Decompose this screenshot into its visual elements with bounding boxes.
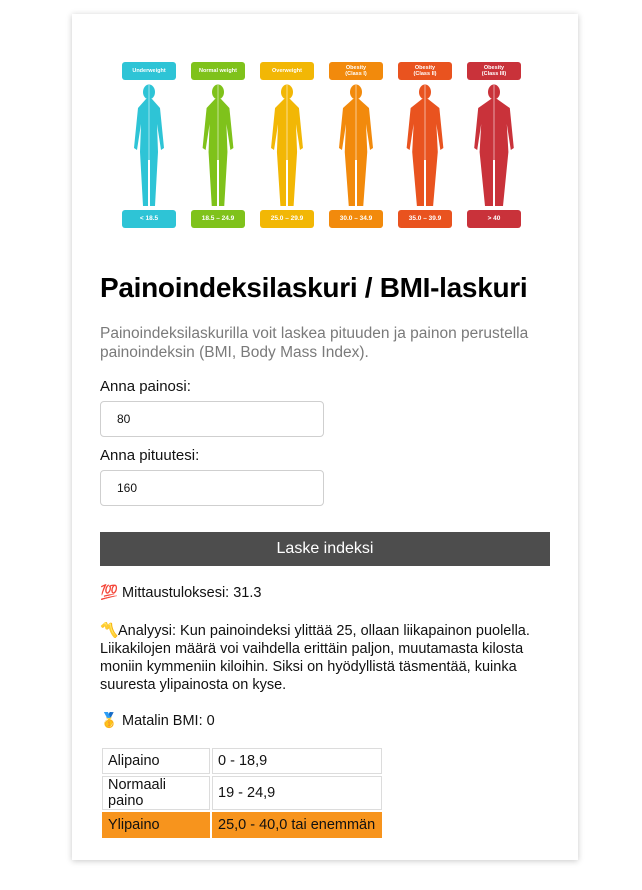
- height-label: Anna pituutesi:: [100, 447, 200, 464]
- bmi-range-label: 25.0 – 29.9: [260, 210, 314, 228]
- table-cell-range: 0 - 18,9: [212, 748, 382, 774]
- bmi-range-label: 30.0 – 34.9: [329, 210, 383, 228]
- body-silhouette-icon: [202, 84, 234, 206]
- bmi-range-label: 18.5 – 24.9: [191, 210, 245, 228]
- bmi-range-label: < 18.5: [122, 210, 176, 228]
- body-silhouette-icon: [271, 84, 303, 206]
- body-silhouette-icon: [474, 84, 514, 206]
- body-silhouette-icon: [339, 84, 373, 206]
- medal-icon: 🥇: [100, 713, 119, 729]
- result-analysis-text: Analyysi: Kun painoindeksi ylittää 25, o…: [100, 623, 530, 693]
- height-input[interactable]: [100, 470, 324, 506]
- table-cell-label: Normaali paino: [102, 776, 210, 810]
- body-silhouette-icon: [406, 84, 444, 206]
- result-min: 🥇 Matalin BMI: 0: [100, 712, 215, 730]
- table-cell-label: Alipaino: [102, 748, 210, 774]
- bmi-figure: Obesity (Class III) > 40: [467, 54, 521, 244]
- body-silhouette-icon: [134, 84, 164, 206]
- bmi-category-label: Obesity (Class II): [398, 62, 452, 80]
- table-row: Alipaino 0 - 18,9: [102, 748, 382, 774]
- calculator-card: Underweight < 18.5 Normal weight 18.5 – 24.…: [72, 14, 578, 860]
- bmi-figure: Normal weight 18.5 – 24.9: [191, 54, 245, 244]
- calculate-button[interactable]: Laske indeksi: [100, 532, 550, 566]
- bmi-chart-illustration: Underweight < 18.5 Normal weight 18.5 – 24.…: [122, 54, 532, 244]
- table-row-highlighted: Ylipaino 25,0 - 40,0 tai enemmän: [102, 812, 382, 838]
- bmi-figure: Underweight < 18.5: [122, 54, 176, 244]
- page-intro: Painoindeksilaskurilla voit laskea pituu…: [100, 325, 529, 361]
- bmi-category-label: Overweight: [260, 62, 314, 80]
- table-cell-range: 19 - 24,9: [212, 776, 382, 810]
- page-title: Painoindeksilaskuri / BMI-laskuri: [100, 272, 528, 303]
- result-min-text: Matalin BMI: 0: [122, 713, 215, 729]
- result-score-text: Mittaustuloksesi: 31.3: [122, 585, 262, 601]
- weight-input[interactable]: [100, 401, 324, 437]
- part-alternation-mark-icon: 〽️: [100, 623, 119, 639]
- bmi-range-label: > 40: [467, 210, 521, 228]
- result-analysis: 〽️Analyysi: Kun painoindeksi ylittää 25,…: [100, 622, 540, 694]
- bmi-category-label: Obesity (Class III): [467, 62, 521, 80]
- bmi-figure: Obesity (Class I) 30.0 – 34.9: [329, 54, 383, 244]
- bmi-figure: Overweight 25.0 – 29.9: [260, 54, 314, 244]
- table-cell-label: Ylipaino: [102, 812, 210, 838]
- result-score: 💯 Mittaustuloksesi: 31.3: [100, 584, 261, 602]
- table-row: Normaali paino 19 - 24,9: [102, 776, 382, 810]
- bmi-category-label: Obesity (Class I): [329, 62, 383, 80]
- bmi-category-label: Underweight: [122, 62, 176, 80]
- bmi-category-label: Normal weight: [191, 62, 245, 80]
- bmi-figure: Obesity (Class II) 35.0 – 39.9: [398, 54, 452, 244]
- table-cell-range: 25,0 - 40,0 tai enemmän: [212, 812, 382, 838]
- hundred-points-icon: 💯: [100, 585, 119, 601]
- weight-label: Anna painosi:: [100, 378, 191, 395]
- bmi-table: Alipaino 0 - 18,9 Normaali paino 19 - 24…: [100, 746, 384, 840]
- bmi-range-label: 35.0 – 39.9: [398, 210, 452, 228]
